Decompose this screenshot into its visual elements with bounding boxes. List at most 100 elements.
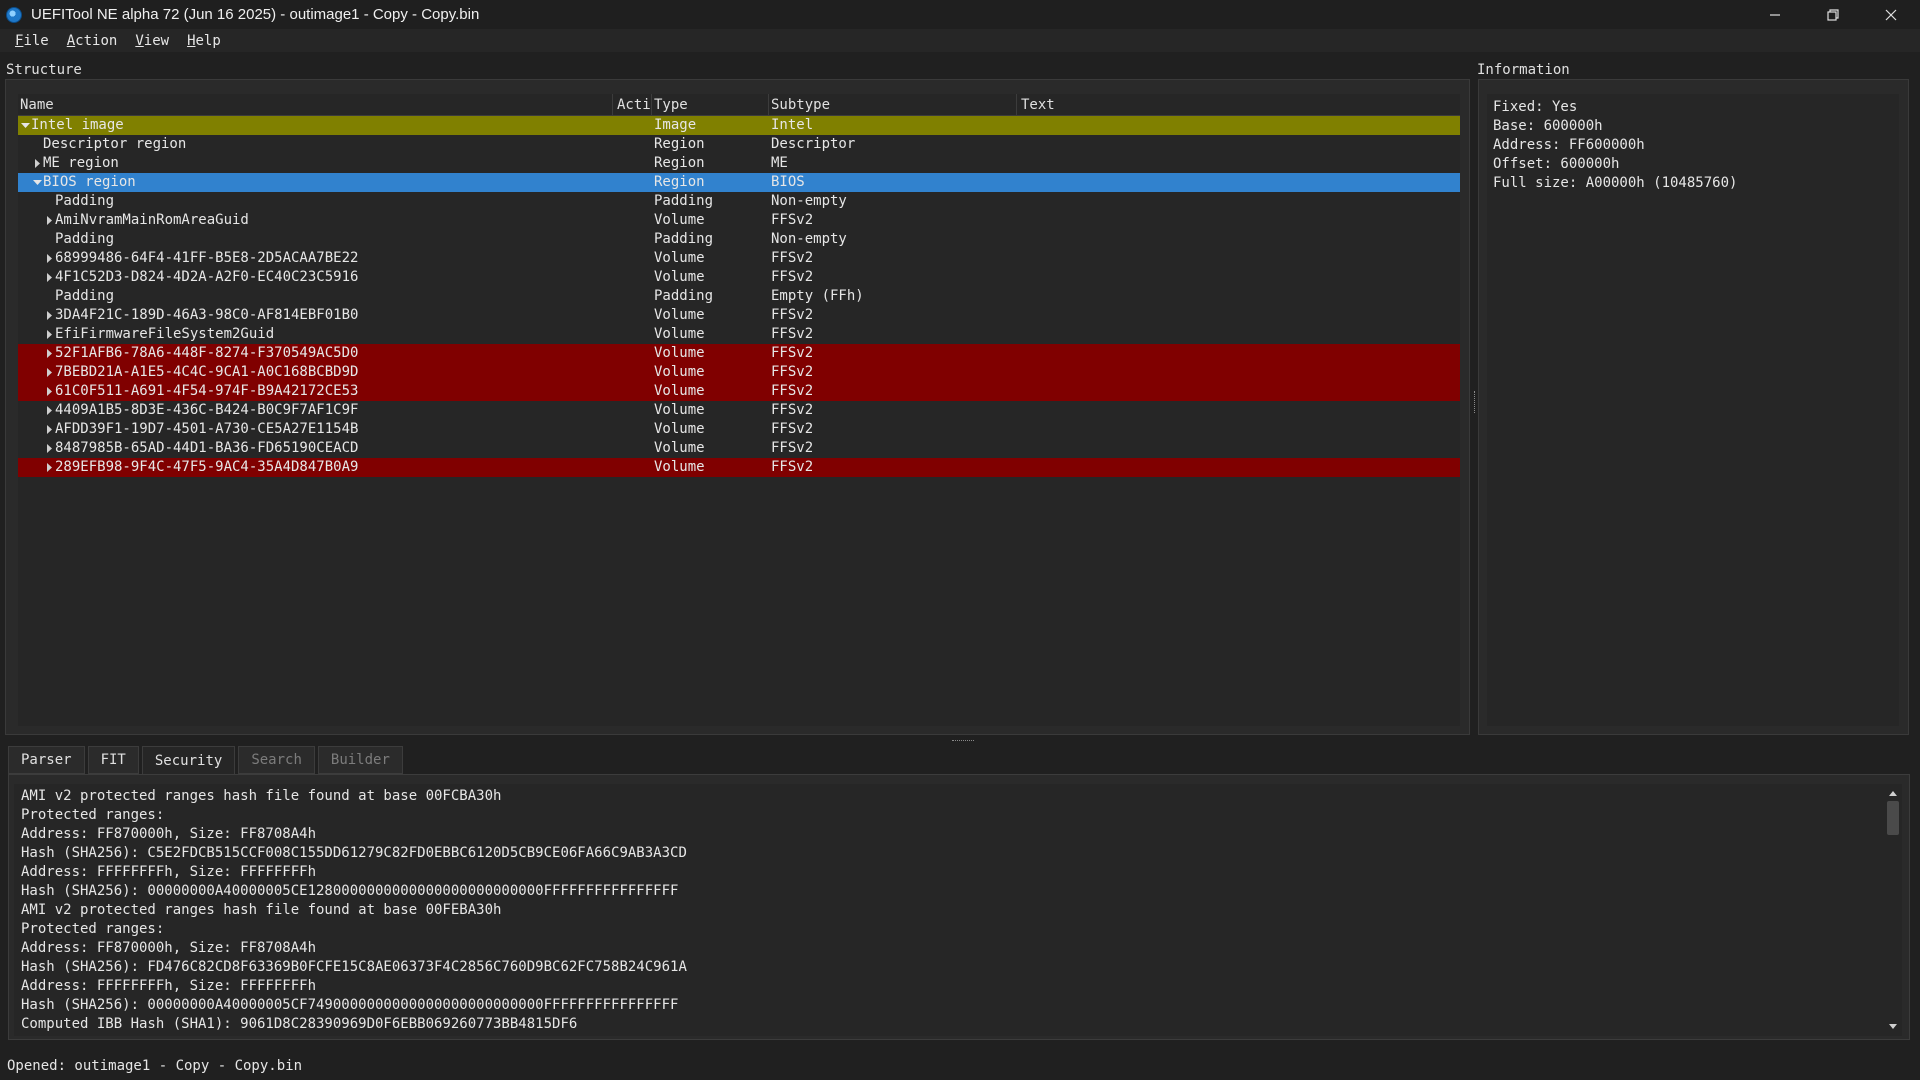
expand-arrow-icon[interactable]: [44, 363, 54, 382]
row-type: Region: [654, 136, 705, 152]
tree-row[interactable]: 3DA4F21C-189D-46A3-98C0-AF814EBF01B0 Volu…: [18, 306, 1460, 325]
row-type: Volume: [654, 269, 705, 285]
menu-view[interactable]: View: [126, 33, 178, 49]
expand-arrow-icon[interactable]: [44, 439, 54, 458]
horizontal-splitter-handle[interactable]: [952, 740, 974, 742]
tree-row[interactable]: 68999486-64F4-41FF-B5E8-2D5ACAA7BE22 Volu…: [18, 249, 1460, 268]
row-type: Volume: [654, 307, 705, 323]
row-type: Region: [654, 174, 705, 190]
row-type: Volume: [654, 345, 705, 361]
expand-arrow-icon[interactable]: [44, 458, 54, 477]
minimize-icon: [1770, 13, 1780, 16]
row-type: Volume: [654, 383, 705, 399]
row-type: Volume: [654, 250, 705, 266]
status-bar: Opened: outimage1 - Copy - Copy.bin: [0, 1054, 1920, 1080]
tree-row[interactable]: AFDD39F1-19D7-4501-A730-CE5A27E1154B Volu…: [18, 420, 1460, 439]
tree-row[interactable]: Intel image Image Intel: [18, 116, 1460, 135]
expand-arrow-icon[interactable]: [44, 211, 54, 230]
tree-row[interactable]: Padding Padding Non-empty: [18, 230, 1460, 249]
tree-row[interactable]: 4F1C52D3-D824-4D2A-A2F0-EC40C23C5916 Volu…: [18, 268, 1460, 287]
scroll-thumb[interactable]: [1887, 801, 1899, 835]
row-name: 52F1AFB6-78A6-448F-8274-F370549AC5D0: [55, 345, 359, 361]
tab-parser[interactable]: Parser: [8, 746, 85, 774]
information-box[interactable]: Fixed: Yes Base: 600000h Address: FF6000…: [1487, 94, 1899, 726]
structure-tree[interactable]: Name Acti Type Subtype Text Intel image I…: [18, 94, 1460, 726]
tree-row[interactable]: AmiNvramMainRomAreaGuid Volume FFSv2: [18, 211, 1460, 230]
log-line: Hash (SHA256): 00000000A40000005CF749000…: [21, 997, 679, 1013]
tree-row[interactable]: 8487985B-65AD-44D1-BA36-FD65190CEACD Volu…: [18, 439, 1460, 458]
log-line: Computed IBB Hash (SHA1): 9061D8C2839096…: [21, 1016, 578, 1032]
row-subtype: FFSv2: [771, 269, 814, 285]
restore-button[interactable]: [1804, 0, 1862, 29]
tab-security[interactable]: Security: [141, 746, 236, 775]
info-base: Base: 600000h: [1493, 118, 1603, 134]
collapse-arrow-icon[interactable]: [32, 173, 42, 192]
title-bar[interactable]: UEFITool NE alpha 72 (Jun 16 2025) - out…: [0, 0, 1920, 29]
menu-action[interactable]: Action: [58, 33, 127, 49]
log-scrollbar[interactable]: [1884, 784, 1902, 1036]
collapse-arrow-icon[interactable]: [20, 116, 30, 135]
tree-row[interactable]: Padding Padding Non-empty: [18, 192, 1460, 211]
row-subtype: FFSv2: [771, 459, 814, 475]
expand-arrow-icon[interactable]: [44, 268, 54, 287]
menu-file[interactable]: File: [6, 33, 58, 49]
expand-arrow-icon[interactable]: [32, 154, 42, 173]
tree-row[interactable]: Padding Padding Empty (FFh): [18, 287, 1460, 306]
tree-row[interactable]: EfiFirmwareFileSystem2Guid Volume FFSv2: [18, 325, 1460, 344]
row-name: 3DA4F21C-189D-46A3-98C0-AF814EBF01B0: [55, 307, 359, 323]
row-type: Volume: [654, 421, 705, 437]
row-subtype: FFSv2: [771, 364, 814, 380]
vertical-splitter-handle[interactable]: [1474, 391, 1476, 413]
row-name: 7BEBD21A-A1E5-4C4C-9CA1-A0C168BCBD9D: [55, 364, 359, 380]
scroll-down-icon[interactable]: [1888, 1022, 1898, 1032]
expand-arrow-icon[interactable]: [44, 344, 54, 363]
log-line: Hash (SHA256): FD476C82CD8F63369B0FCFE15…: [21, 959, 687, 975]
tree-row[interactable]: 7BEBD21A-A1E5-4C4C-9CA1-A0C168BCBD9D Volu…: [18, 363, 1460, 382]
tree-row[interactable]: 61C0F511-A691-4F54-974F-B9A42172CE53 Volu…: [18, 382, 1460, 401]
expand-arrow-icon[interactable]: [44, 325, 54, 344]
tree-row[interactable]: 4409A1B5-8D3E-436C-B424-B0C9F7AF1C9F Volu…: [18, 401, 1460, 420]
column-name[interactable]: Name: [20, 97, 54, 113]
security-log[interactable]: AMI v2 protected ranges hash file found …: [14, 784, 1884, 1036]
expand-arrow-icon[interactable]: [44, 420, 54, 439]
log-line: Protected ranges:: [21, 921, 165, 937]
tree-row[interactable]: Descriptor region Region Descriptor: [18, 135, 1460, 154]
column-subtype[interactable]: Subtype: [771, 97, 830, 113]
column-action[interactable]: Acti: [617, 97, 651, 113]
info-fixed: Fixed: Yes: [1493, 99, 1578, 115]
scroll-up-icon[interactable]: [1888, 788, 1898, 798]
row-type: Volume: [654, 212, 705, 228]
row-name: 4409A1B5-8D3E-436C-B424-B0C9F7AF1C9F: [55, 402, 359, 418]
tree-row[interactable]: 52F1AFB6-78A6-448F-8274-F370549AC5D0 Volu…: [18, 344, 1460, 363]
row-subtype: FFSv2: [771, 307, 814, 323]
close-button[interactable]: [1862, 0, 1920, 29]
tree-row[interactable]: BIOS region Region BIOS: [18, 173, 1460, 192]
log-line: Address: FF870000h, Size: FF8708A4h: [21, 940, 317, 956]
tab-search: Search: [238, 746, 315, 774]
row-type: Padding: [654, 193, 714, 209]
expand-arrow-icon[interactable]: [44, 401, 54, 420]
tab-fit[interactable]: FIT: [87, 746, 139, 774]
row-name: Intel image: [31, 117, 124, 133]
expand-arrow-icon[interactable]: [44, 306, 54, 325]
minimize-button[interactable]: [1746, 0, 1804, 29]
row-subtype: FFSv2: [771, 383, 814, 399]
row-name: Padding: [55, 231, 115, 247]
menu-help[interactable]: Help: [178, 33, 230, 49]
info-offset: Offset: 600000h: [1493, 156, 1620, 172]
row-type: Volume: [654, 364, 705, 380]
tree-row[interactable]: ME region Region ME: [18, 154, 1460, 173]
column-text[interactable]: Text: [1021, 97, 1055, 113]
expand-arrow-icon[interactable]: [44, 249, 54, 268]
row-name: ME region: [43, 155, 119, 171]
column-type[interactable]: Type: [654, 97, 688, 113]
structure-title: Structure: [6, 62, 82, 78]
tree-row[interactable]: 289EFB98-9F4C-47F5-9AC4-35A4D847B0A9 Volu…: [18, 458, 1460, 477]
log-line: Protected ranges:: [21, 807, 165, 823]
close-icon: [1885, 9, 1897, 20]
window-controls: [1746, 0, 1920, 29]
expand-arrow-icon[interactable]: [44, 382, 54, 401]
log-line: Hash (SHA256): C5E2FDCB515CCF008C155DD61…: [21, 845, 687, 861]
row-name: 289EFB98-9F4C-47F5-9AC4-35A4D847B0A9: [55, 459, 359, 475]
row-type: Volume: [654, 326, 705, 342]
